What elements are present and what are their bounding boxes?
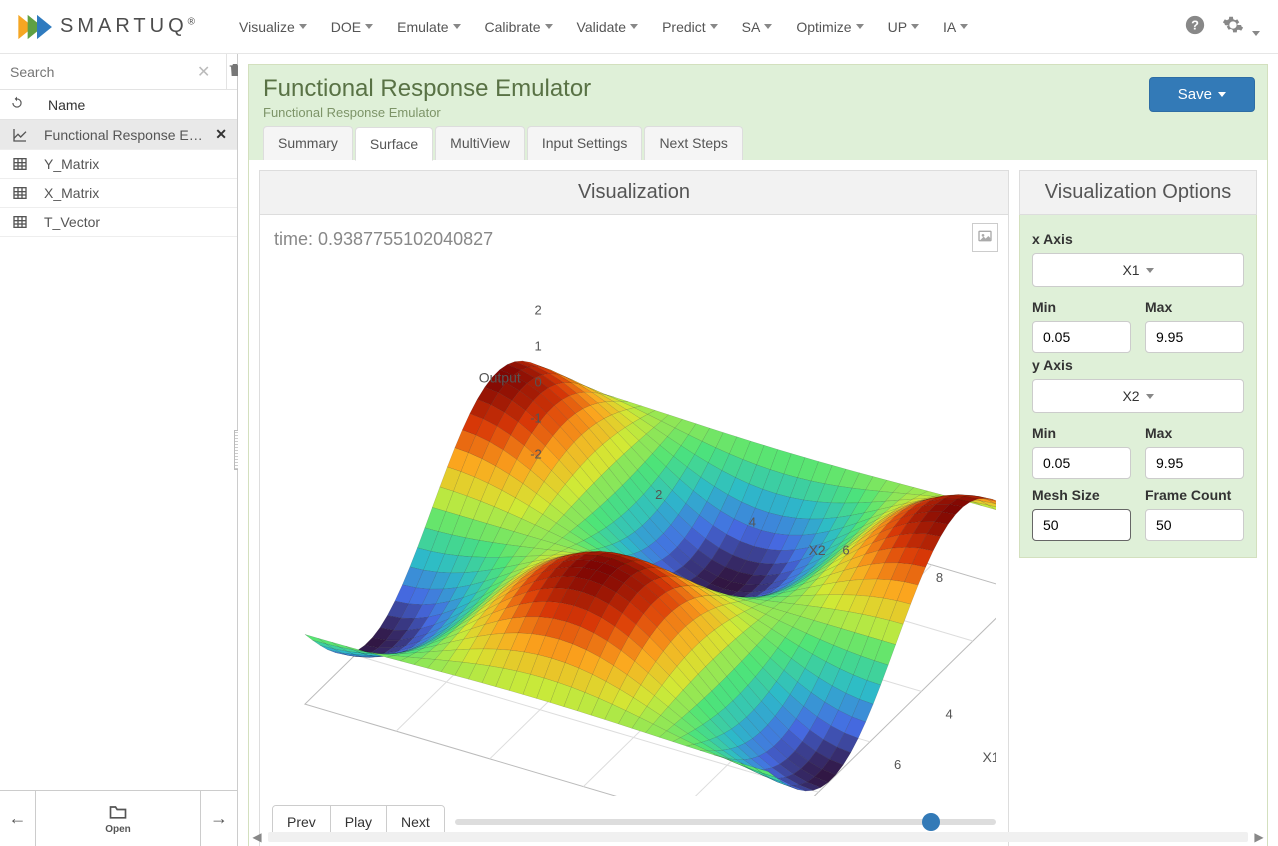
tab-next-steps[interactable]: Next Steps: [644, 126, 742, 160]
logo: SMARTUQ®: [18, 13, 199, 41]
export-image-icon[interactable]: [972, 223, 998, 252]
table-icon: [10, 214, 30, 230]
tree-header-name: Name: [48, 97, 85, 113]
menu-ia[interactable]: IA: [933, 11, 978, 43]
svg-text:Output: Output: [479, 370, 521, 386]
menu-optimize[interactable]: Optimize: [786, 11, 873, 43]
open-button[interactable]: Open: [36, 791, 201, 846]
svg-text:6: 6: [894, 757, 901, 772]
svg-text:8: 8: [936, 570, 943, 585]
table-icon: [10, 185, 30, 201]
nav-back-button[interactable]: ←: [0, 791, 36, 846]
svg-text:2: 2: [655, 487, 662, 502]
brand-text: SMARTUQ®: [60, 15, 199, 38]
menu-calibrate[interactable]: Calibrate: [475, 11, 563, 43]
x-axis-dropdown[interactable]: X1: [1032, 253, 1244, 287]
y-axis-label: y Axis: [1032, 357, 1244, 373]
svg-text:6: 6: [842, 542, 849, 557]
chart-icon: [10, 127, 30, 143]
panel-subtitle: Functional Response Emulator: [263, 105, 1253, 120]
gear-icon[interactable]: [1222, 14, 1260, 39]
scroll-right-icon[interactable]: ▶: [1250, 830, 1268, 844]
menu-visualize[interactable]: Visualize: [229, 11, 317, 43]
nav-forward-button[interactable]: →: [201, 791, 237, 846]
slider-thumb[interactable]: [922, 813, 940, 831]
tree-item[interactable]: Y_Matrix: [0, 150, 237, 179]
y-axis-dropdown[interactable]: X2: [1032, 379, 1244, 413]
mesh-size-input[interactable]: [1032, 509, 1131, 541]
visualization-header: Visualization: [259, 170, 1009, 215]
folder-icon: [105, 802, 131, 822]
y-min-input[interactable]: [1032, 447, 1131, 479]
search-input[interactable]: [10, 64, 191, 80]
svg-text:4: 4: [749, 515, 756, 530]
tree-item-label: Functional Response Emula..: [44, 127, 211, 143]
svg-text:-2: -2: [530, 447, 542, 462]
svg-text:X2: X2: [809, 542, 826, 558]
sidebar: ✕ Name Functional Response Emula..✕Y_Mat…: [0, 54, 238, 846]
table-icon: [10, 156, 30, 172]
tree-item-label: X_Matrix: [44, 185, 227, 201]
options-header: Visualization Options: [1019, 170, 1257, 215]
svg-text:?: ?: [1191, 18, 1199, 33]
tab-input-settings[interactable]: Input Settings: [527, 126, 643, 160]
frame-count-input[interactable]: [1145, 509, 1244, 541]
tab-surface[interactable]: Surface: [355, 127, 433, 161]
x-axis-label: x Axis: [1032, 231, 1244, 247]
menu-doe[interactable]: DOE: [321, 11, 383, 43]
clear-search-icon[interactable]: ✕: [191, 62, 216, 82]
top-bar: SMARTUQ® VisualizeDOEEmulateCalibrateVal…: [0, 0, 1278, 54]
panel-header: Functional Response Emulator Functional …: [249, 65, 1267, 160]
tab-summary[interactable]: Summary: [263, 126, 353, 160]
options-body: x Axis X1 Min Max y Axis X2 Min Max: [1019, 215, 1257, 558]
x-min-input[interactable]: [1032, 321, 1131, 353]
menu-sa[interactable]: SA: [732, 11, 783, 43]
scroll-left-icon[interactable]: ◀: [248, 830, 266, 844]
tree-item[interactable]: X_Matrix: [0, 179, 237, 208]
save-button[interactable]: Save: [1149, 77, 1255, 112]
main-menu: VisualizeDOEEmulateCalibrateValidatePred…: [229, 11, 1184, 43]
y-max-input[interactable]: [1145, 447, 1244, 479]
svg-text:0: 0: [535, 375, 542, 390]
tabs: SummarySurfaceMultiViewInput SettingsNex…: [263, 126, 1253, 160]
close-icon[interactable]: ✕: [215, 126, 227, 143]
menu-validate[interactable]: Validate: [567, 11, 649, 43]
svg-text:2: 2: [535, 303, 542, 318]
time-slider[interactable]: [455, 812, 996, 832]
horizontal-scrollbar[interactable]: ◀ ▶: [248, 830, 1268, 844]
tree-item[interactable]: T_Vector: [0, 208, 237, 237]
x-max-input[interactable]: [1145, 321, 1244, 353]
menu-predict[interactable]: Predict: [652, 11, 728, 43]
main-panel: Functional Response Emulator Functional …: [238, 54, 1278, 846]
logo-icon: [18, 13, 56, 41]
svg-text:X1: X1: [982, 749, 996, 765]
svg-text:4: 4: [945, 706, 952, 721]
help-icon[interactable]: ?: [1184, 14, 1206, 39]
svg-text:-1: -1: [530, 411, 542, 426]
tree-item-label: T_Vector: [44, 214, 227, 230]
tree-item-label: Y_Matrix: [44, 156, 227, 172]
svg-text:1: 1: [535, 339, 542, 354]
surface-plot[interactable]: 210-1-2Output24682468X2X1: [272, 256, 996, 796]
menu-emulate[interactable]: Emulate: [387, 11, 470, 43]
tree-item[interactable]: Functional Response Emula..✕: [0, 120, 237, 150]
tree: Functional Response Emula..✕ Y_Matrix X_Ma…: [0, 120, 237, 790]
refresh-icon[interactable]: [10, 96, 30, 113]
menu-up[interactable]: UP: [878, 11, 929, 43]
time-label: time: 0.9387755102040827: [274, 229, 996, 250]
tab-multiview[interactable]: MultiView: [435, 126, 525, 160]
panel-title: Functional Response Emulator: [263, 75, 1253, 103]
